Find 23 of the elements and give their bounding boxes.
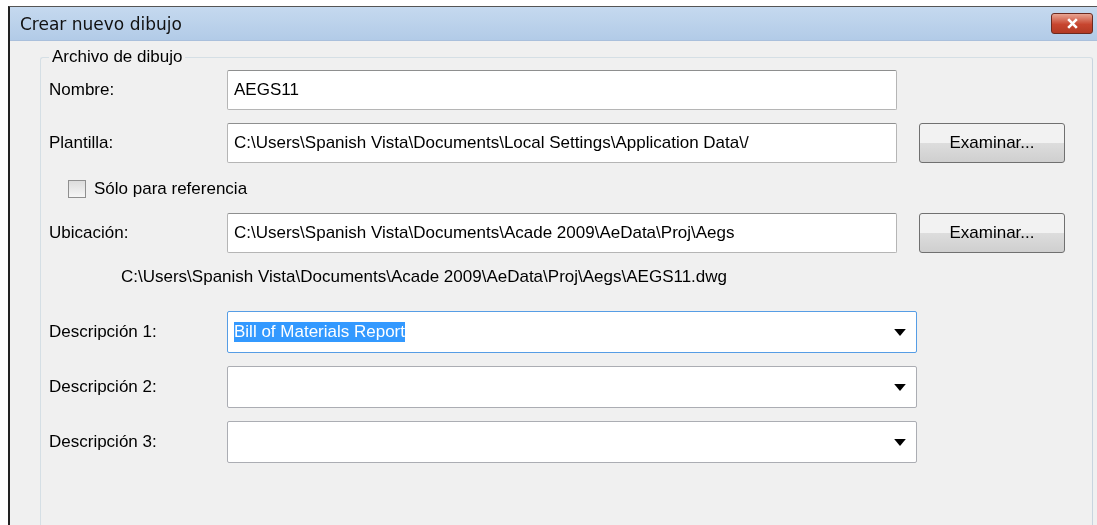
dropdown-arrow-icon: [894, 328, 906, 336]
browse-button[interactable]: Examinar...: [919, 123, 1065, 163]
input-field[interactable]: AEGS11: [227, 70, 897, 110]
input-field[interactable]: C:\Users\Spanish Vista\Documents\Local Settings\Application Data\/: [227, 123, 897, 163]
dropdown-field[interactable]: [227, 421, 917, 463]
field-label: Ubicación:: [49, 223, 130, 243]
dropdown-arrow-icon: [894, 438, 906, 446]
field-label: Descripción 3:: [49, 432, 158, 452]
input-field[interactable]: C:\Users\Spanish Vista\Documents\Acade 2009\AeData\Proj\Aegs: [227, 213, 897, 253]
group-title: Archivo de dibujo: [49, 47, 186, 67]
checkbox[interactable]: [68, 180, 86, 198]
browse-button[interactable]: Examinar...: [919, 213, 1065, 253]
field-label: Plantilla:: [49, 133, 115, 153]
field-label: Nombre:: [49, 80, 116, 100]
dropdown-field[interactable]: [227, 366, 917, 408]
checkbox-label: Sólo para referencia: [94, 179, 248, 199]
field-label: Descripción 1:: [49, 322, 158, 342]
window-title: Crear nuevo dibujo: [20, 13, 183, 34]
dropdown-arrow-icon: [894, 383, 906, 391]
close-icon: [1065, 18, 1079, 29]
field-label: Descripción 2:: [49, 377, 158, 397]
close-button[interactable]: [1051, 13, 1093, 34]
file-path: C:\Users\Spanish Vista\Documents\Acade 2009\AeData\Proj\Aegs\AEGS11.dwg: [121, 267, 728, 287]
